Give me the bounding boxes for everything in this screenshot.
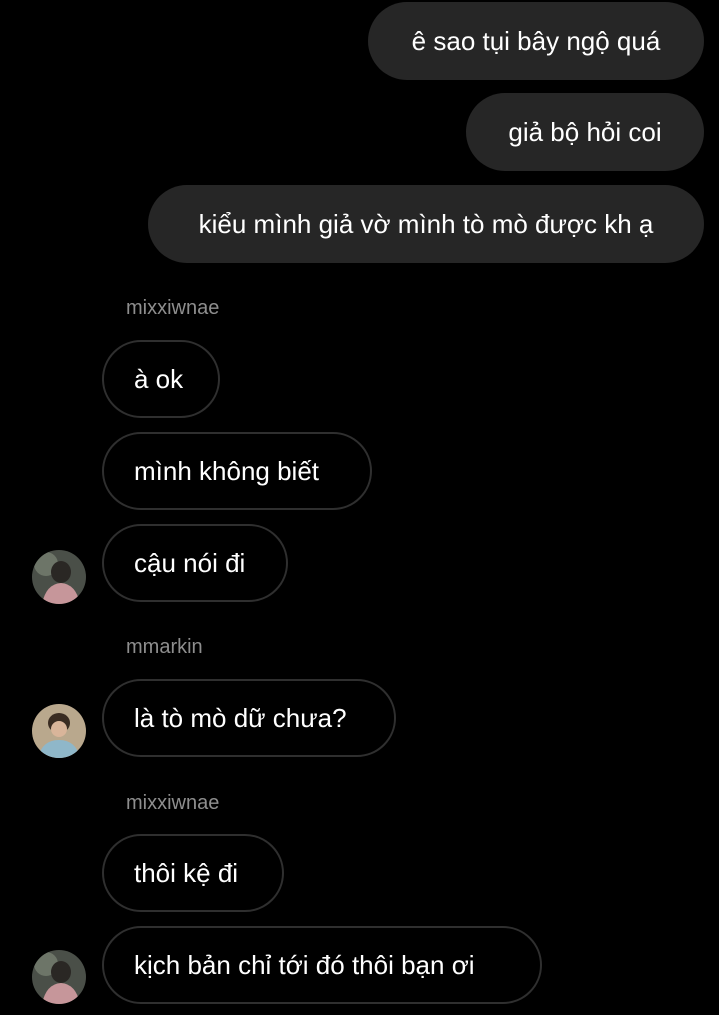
outgoing-message[interactable]: kiểu mình giả vờ mình tò mò được kh ạ [148,185,704,263]
user-avatar-icon[interactable] [32,704,86,758]
message-text: cậu nói đi [134,547,246,578]
incoming-message[interactable]: cậu nói đi [102,524,288,602]
incoming-message[interactable]: thôi kệ đi [102,834,284,912]
incoming-message[interactable]: à ok [102,340,220,418]
incoming-message[interactable]: mình không biết [102,432,372,510]
message-text: là tò mò dữ chưa? [134,702,347,733]
outgoing-message[interactable]: giả bộ hỏi coi [466,93,704,171]
sender-name: mmarkin [126,636,203,658]
message-text: mình không biết [134,455,320,486]
outgoing-message[interactable]: ê sao tụi bây ngộ quá [368,2,704,80]
incoming-message[interactable]: kịch bản chỉ tới đó thôi bạn ơi [102,926,542,1004]
user-avatar-icon[interactable] [32,950,86,1004]
message-text: kiểu mình giả vờ mình tò mò được kh ạ [198,208,654,239]
user-avatar-icon[interactable] [32,550,86,604]
sender-name: mixxiwnae [126,792,220,814]
message-text: ê sao tụi bây ngộ quá [411,25,661,56]
incoming-message[interactable]: là tò mò dữ chưa? [102,679,396,757]
message-text: giả bộ hỏi coi [508,116,662,147]
message-text: à ok [134,363,184,394]
message-text: kịch bản chỉ tới đó thôi bạn ơi [134,949,475,980]
sender-name: mixxiwnae [126,297,220,319]
message-text: thôi kệ đi [134,857,239,888]
